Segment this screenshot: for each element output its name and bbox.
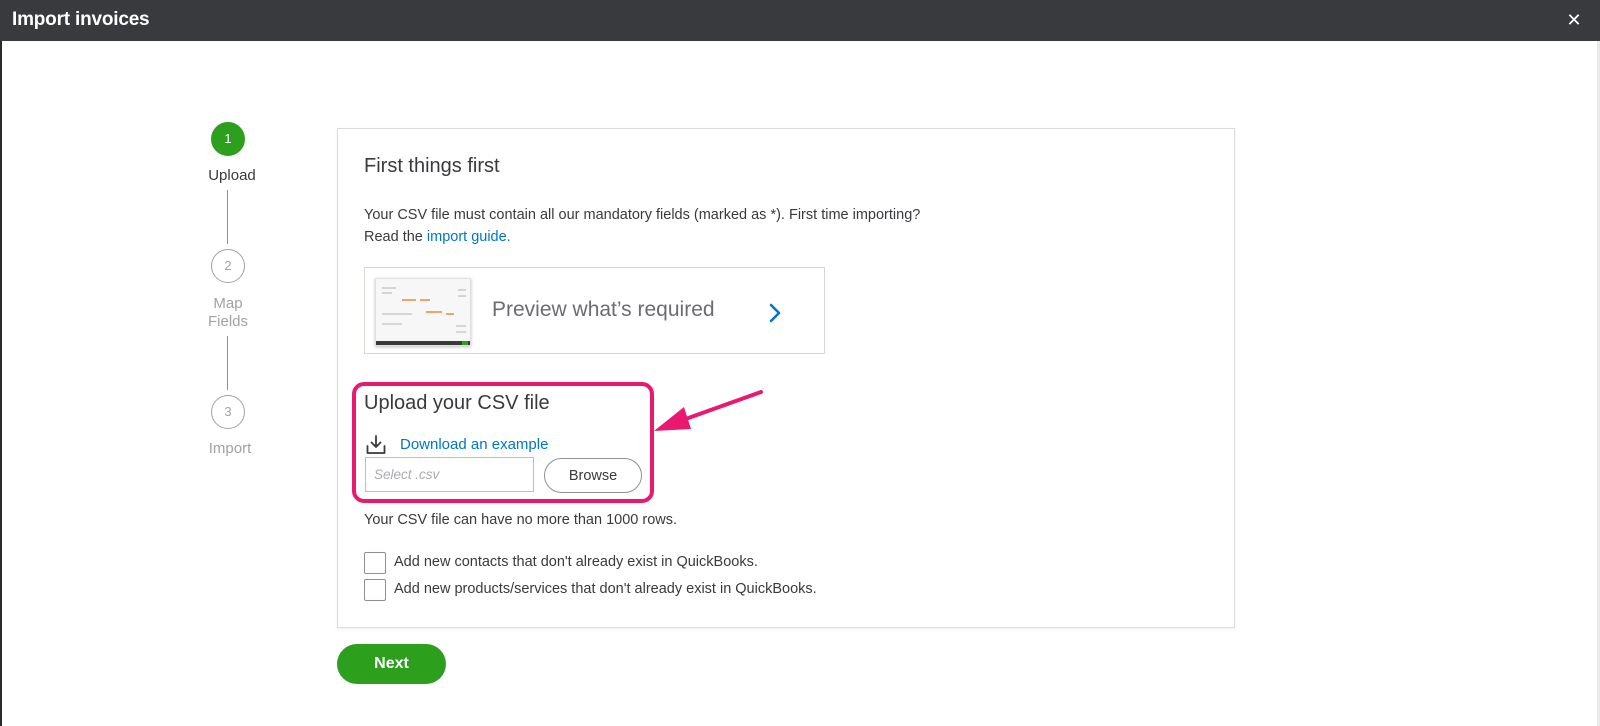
close-icon[interactable]: ✕ bbox=[1564, 10, 1584, 30]
chevron-right-icon bbox=[769, 303, 781, 323]
window-title: Import invoices bbox=[12, 9, 150, 30]
step-3-circle: 3 bbox=[211, 395, 245, 429]
step-connector bbox=[227, 190, 228, 244]
intro-line-2: Read the import guide. bbox=[364, 226, 920, 248]
next-button[interactable]: Next bbox=[337, 644, 446, 684]
preview-label: Preview what’s required bbox=[492, 298, 715, 321]
left-edge bbox=[0, 41, 2, 726]
step-2-label-line2: Fields bbox=[207, 313, 248, 330]
preview-required-button[interactable]: Preview what’s required bbox=[364, 267, 825, 354]
preview-thumbnail bbox=[375, 278, 471, 346]
intro-description: Your CSV file must contain all our manda… bbox=[364, 204, 920, 248]
import-guide-link[interactable]: import guide. bbox=[427, 229, 511, 245]
step-1-circle: 1 bbox=[211, 122, 245, 156]
step-3-label: Import bbox=[208, 440, 252, 457]
annotation-arrow bbox=[654, 390, 763, 431]
rows-limit-note: Your CSV file can have no more than 1000… bbox=[364, 512, 678, 528]
add-contacts-label: Add new contacts that don't already exis… bbox=[394, 554, 758, 570]
first-things-heading: First things first bbox=[364, 155, 500, 177]
add-products-checkbox[interactable] bbox=[364, 579, 386, 601]
highlight-box bbox=[352, 382, 654, 503]
add-products-label: Add new products/services that don't alr… bbox=[394, 581, 817, 597]
intro-line-1: Your CSV file must contain all our manda… bbox=[364, 207, 921, 223]
add-contacts-checkbox[interactable] bbox=[364, 552, 386, 574]
step-1-label: Upload bbox=[208, 167, 256, 184]
step-connector bbox=[227, 336, 228, 390]
title-bar: Import invoices ✕ bbox=[0, 0, 1600, 41]
step-2-label: Map Fields bbox=[183, 295, 273, 331]
intro-line-2-prefix: Read the bbox=[364, 229, 427, 245]
step-2-label-line1: Map bbox=[213, 295, 243, 312]
import-card bbox=[337, 128, 1235, 628]
step-2-circle: 2 bbox=[211, 249, 245, 283]
